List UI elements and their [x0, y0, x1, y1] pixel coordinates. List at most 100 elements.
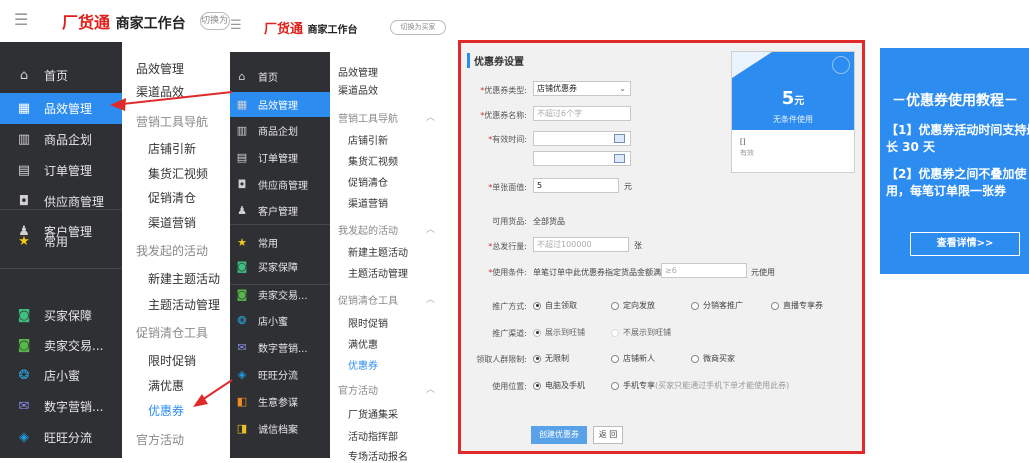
submenu-item[interactable]: 渠道营销 — [148, 214, 196, 231]
submenu-item[interactable]: 满优惠 — [148, 377, 184, 394]
menu-toggle-icon[interactable]: ☰ — [14, 10, 28, 29]
coupon-name-input[interactable]: 不超过6个字 — [533, 106, 631, 121]
coupon-type-select[interactable]: 店铺优惠券 ⌄ — [533, 81, 631, 96]
submenu-item[interactable]: 集货汇视频 — [148, 165, 208, 182]
submenu-group[interactable]: 营销工具导航 — [136, 113, 208, 130]
submenu-item[interactable]: 限时促销 — [348, 315, 388, 330]
crowd-new[interactable]: 店铺新人 — [611, 353, 655, 364]
sidebar-item-10[interactable]: ✉ 数字营销... — [0, 391, 122, 422]
submenu-item[interactable]: 新建主题活动 — [348, 244, 408, 259]
promo-method-live[interactable]: 直播专享券 — [771, 300, 823, 311]
sidebar-small-item-3[interactable]: ▤ 订单管理 — [230, 145, 330, 170]
submenu-group[interactable]: 促销清仓工具 — [338, 292, 398, 307]
calendar-icon[interactable] — [614, 134, 625, 143]
face-value-input[interactable]: 5 — [533, 178, 619, 193]
sidebar-item-label: 订单管理 — [44, 164, 93, 178]
submenu-item[interactable]: 渠道品效 — [136, 83, 184, 100]
sidebar-small-item-7[interactable]: ◙ 买家保障 — [230, 254, 330, 279]
mail-icon: ✉ — [18, 399, 30, 414]
promo-method-targeted[interactable]: 定向发放 — [611, 300, 655, 311]
submenu-item[interactable]: 主题活动管理 — [348, 265, 408, 280]
sidebar-small-item-5[interactable]: ♟ 客户管理 — [230, 198, 330, 223]
sidebar-small-item-10[interactable]: ✉ 数字营销... — [230, 335, 330, 360]
submenu-item[interactable]: 限时促销 — [148, 352, 196, 369]
submenu-group[interactable]: 营销工具导航 — [338, 110, 398, 125]
sidebar-small-item-1[interactable]: ▦ 品效管理 — [230, 92, 330, 117]
position-mobile[interactable]: 手机专享 (买家只能通过手机下单才能使用此券) — [611, 380, 789, 391]
submenu-item[interactable]: 主题活动管理 — [148, 296, 220, 313]
coupon-preview-condition: 无条件使用 — [773, 115, 813, 124]
chevron-up-icon[interactable]: ︿ — [426, 110, 435, 123]
coupon-name-label: *优惠券名称: — [480, 111, 527, 120]
sidebar-item-2[interactable]: ▥ 商品企划 — [0, 124, 122, 155]
radio-dot — [611, 301, 619, 310]
submenu-group[interactable]: 促销清仓工具 — [136, 324, 208, 341]
coupon-preview-validity: 有效 — [740, 149, 754, 157]
switch-to-buyer-button[interactable]: 切换为买家 — [200, 12, 230, 30]
menu-toggle-icon-small[interactable]: ☰ — [230, 18, 242, 33]
position-all[interactable]: 电脑及手机 — [533, 380, 585, 391]
back-button[interactable]: 返 回 — [593, 426, 623, 444]
submenu-item[interactable]: 店铺引新 — [148, 140, 196, 157]
chevron-up-icon[interactable]: ︿ — [426, 292, 435, 305]
view-details-button[interactable]: 查看详情>> — [910, 232, 1020, 256]
sidebar-item-8[interactable]: ◙ 卖家交易... — [0, 330, 122, 361]
promo-channel-show[interactable]: 展示到旺铺 — [533, 327, 585, 338]
submenu-item[interactable]: 满优惠 — [348, 336, 378, 351]
sidebar-small-item-8[interactable]: ◙ 卖家交易... — [230, 282, 330, 307]
submenu-item[interactable]: 厂货通集采 — [348, 406, 398, 421]
sidebar-item-0[interactable]: ⌂ 首页 — [0, 60, 122, 91]
submenu-group[interactable]: 我发起的活动 — [338, 222, 398, 237]
sidebar-small-item-0[interactable]: ⌂ 首页 — [230, 64, 330, 89]
submenu-group[interactable]: 我发起的活动 — [136, 242, 208, 259]
radio-dot — [611, 381, 619, 390]
submenu-item[interactable]: 促销清仓 — [348, 174, 388, 189]
crowd-wechat[interactable]: 微商买家 — [691, 353, 735, 364]
sidebar-item-1[interactable]: ▦ 品效管理 — [0, 93, 122, 124]
usage-label-text: 使用条件: — [492, 268, 527, 277]
submenu-item[interactable]: 渠道营销 — [348, 195, 388, 210]
submenu-item[interactable]: 优惠券 — [148, 402, 184, 419]
create-coupon-button[interactable]: 创建优惠券 — [531, 426, 587, 444]
submenu-group[interactable]: 官方活动 — [338, 382, 378, 397]
submenu-group[interactable]: 官方活动 — [136, 431, 184, 448]
logo-brand-small: 厂货通 — [264, 22, 304, 37]
submenu-item[interactable]: 优惠券 — [348, 357, 378, 372]
sidebar-item-7[interactable]: ◙ 买家保障 — [0, 300, 122, 331]
sidebar-item-11[interactable]: ◈ 旺旺分流 — [0, 422, 122, 453]
crowd-unlimited[interactable]: 无限制 — [533, 353, 569, 364]
sidebar-item-4[interactable]: ◘ 供应商管理 — [0, 186, 122, 217]
submenu-item[interactable]: 促销清仓 — [148, 189, 196, 206]
switch-to-buyer-button-small[interactable]: 切换为买家 — [390, 20, 446, 35]
sidebar-small-item-6[interactable]: ★ 常用 — [230, 230, 330, 255]
sidebar-small-item-9[interactable]: ❂ 店小蜜 — [230, 308, 330, 333]
submenu-item[interactable]: 新建主题活动 — [148, 270, 220, 287]
sidebar-small-item-12[interactable]: ◧ 生意参谋 — [230, 389, 330, 414]
sidebar-small-item-13[interactable]: ◨ 诚信档案 — [230, 416, 330, 441]
sidebar-small-item-4[interactable]: ◘ 供应商管理 — [230, 172, 330, 197]
submenu-item[interactable]: 店铺引新 — [348, 132, 388, 147]
sidebar-small-item-2[interactable]: ▥ 商品企划 — [230, 118, 330, 143]
radio-label: 无限制 — [545, 354, 569, 363]
submenu-item[interactable]: 品效管理 — [338, 64, 378, 79]
promo-method-distribution[interactable]: 分销客推广 — [691, 300, 743, 311]
nav-icon: ◈ — [237, 368, 247, 381]
submenu-item[interactable]: 专场活动报名 — [348, 448, 408, 463]
submenu-item[interactable]: 活动指挥部 — [348, 428, 398, 443]
submenu-item[interactable]: 集货汇视频 — [348, 153, 398, 168]
calendar-icon-2[interactable] — [614, 154, 625, 163]
chevron-up-icon[interactable]: ︿ — [426, 382, 435, 395]
sidebar-small-item-11[interactable]: ◈ 旺旺分流 — [230, 362, 330, 387]
sidebar-item-6[interactable]: ★ 常用 — [0, 226, 122, 257]
sidebar-item-9[interactable]: ❂ 店小蜜 — [0, 360, 122, 391]
chevron-up-icon[interactable]: ︿ — [426, 222, 435, 235]
promo-channel-hide[interactable]: 不展示到旺铺 — [611, 327, 671, 338]
submenu-item[interactable]: 品效管理 — [136, 60, 184, 77]
nav-icon: ◙ — [236, 260, 248, 273]
submenu-item[interactable]: 渠道品效 — [338, 82, 378, 97]
goods-label: 可用货品: — [492, 217, 527, 226]
total-input[interactable]: 不超过100000 — [533, 237, 629, 252]
promo-method-self[interactable]: 自主领取 — [533, 300, 577, 311]
usage-amount-input[interactable]: ≥6 — [661, 263, 747, 278]
sidebar-item-3[interactable]: ▤ 订单管理 — [0, 155, 122, 186]
